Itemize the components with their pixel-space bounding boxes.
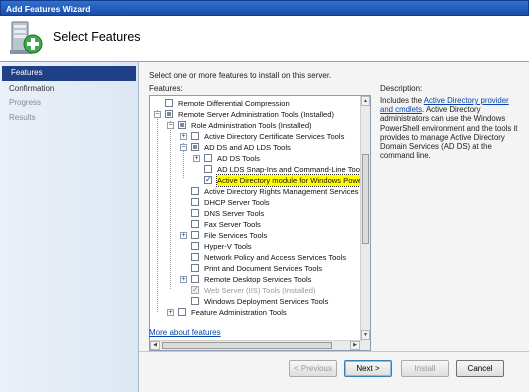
tree-item-label: AD DS and AD LDS Tools xyxy=(204,143,291,152)
tree-item-label: Fax Server Tools xyxy=(204,220,261,229)
collapse-icon[interactable]: − xyxy=(180,144,187,151)
tree-item-label: Hyper-V Tools xyxy=(204,242,252,251)
checkbox[interactable] xyxy=(191,143,199,151)
checkbox-checked-disabled xyxy=(191,284,199,295)
scroll-down-icon[interactable]: ▼ xyxy=(361,330,370,340)
cancel-button[interactable]: Cancel xyxy=(456,360,504,377)
tree-item-label: File Services Tools xyxy=(204,231,268,240)
checkbox[interactable] xyxy=(191,209,199,217)
features-label: Features: xyxy=(149,84,183,93)
collapse-icon[interactable]: − xyxy=(154,111,161,118)
vertical-scrollbar[interactable]: ▲ ▼ xyxy=(360,96,370,350)
checkbox[interactable] xyxy=(191,198,199,206)
footer-divider xyxy=(139,351,529,352)
main-panel: Select one or more features to install o… xyxy=(139,62,529,392)
horizontal-scrollbar[interactable]: ◀ ▶ xyxy=(150,340,362,350)
tree-guide-line xyxy=(170,121,171,289)
features-tree[interactable]: Remote Differential Compression − Remote… xyxy=(149,95,371,351)
tree-item-label: AD LDS Snap-Ins and Command-Line Tools xyxy=(217,165,366,174)
checkbox[interactable] xyxy=(191,187,199,195)
wizard-header: Select Features xyxy=(0,16,529,62)
window-title: Add Features Wizard xyxy=(6,4,91,14)
expand-icon[interactable]: + xyxy=(180,276,187,283)
checkbox[interactable] xyxy=(191,132,199,140)
nav-item-confirmation[interactable]: Confirmation xyxy=(0,82,138,97)
description-label: Description: xyxy=(380,84,423,93)
checkbox[interactable] xyxy=(191,253,199,261)
window-titlebar: Add Features Wizard xyxy=(0,0,529,16)
install-button[interactable]: Install xyxy=(401,360,449,377)
tree-item-label: Active Directory module for Windows Powe… xyxy=(216,174,370,187)
tree-item-label: DHCP Server Tools xyxy=(204,198,270,207)
expand-icon[interactable]: + xyxy=(193,155,200,162)
tree-item-label: Active Directory Rights Management Servi… xyxy=(204,187,371,196)
checkbox[interactable] xyxy=(191,264,199,272)
tree-guide-line xyxy=(157,110,158,312)
scroll-thumb[interactable] xyxy=(362,154,369,244)
tree-item-label: Web Server (IIS) Tools (Installed) xyxy=(204,286,316,295)
instructions-text: Select one or more features to install o… xyxy=(149,71,332,80)
tree-item-label: DNS Server Tools xyxy=(204,209,265,218)
checkbox[interactable] xyxy=(204,165,212,173)
server-features-icon xyxy=(10,21,43,54)
checkbox[interactable] xyxy=(191,275,199,283)
tree-item-label: AD DS Tools xyxy=(217,154,260,163)
scroll-thumb[interactable] xyxy=(162,342,332,349)
checkbox[interactable] xyxy=(191,220,199,228)
checkbox[interactable] xyxy=(165,110,173,118)
tree-item-label: Network Policy and Access Services Tools xyxy=(204,253,347,262)
collapse-icon[interactable]: − xyxy=(167,122,174,129)
tree-item-label: Role Administration Tools (Installed) xyxy=(191,121,312,130)
page-title: Select Features xyxy=(53,30,141,44)
checkbox[interactable] xyxy=(191,242,199,250)
expand-icon[interactable]: + xyxy=(180,232,187,239)
nav-item-features[interactable]: Features xyxy=(2,66,136,81)
description-prefix: Includes the xyxy=(380,96,424,105)
expand-icon[interactable]: + xyxy=(167,309,174,316)
checkbox[interactable] xyxy=(165,99,173,107)
checkbox[interactable] xyxy=(178,121,186,129)
previous-button[interactable]: < Previous xyxy=(289,360,337,377)
expand-icon[interactable]: + xyxy=(180,133,187,140)
tree-item-label: Active Directory Certificate Services To… xyxy=(204,132,345,141)
checkbox[interactable] xyxy=(204,154,212,162)
nav-item-progress: Progress xyxy=(9,98,42,107)
wizard-nav: Features Confirmation Progress Results xyxy=(0,62,139,392)
checkbox[interactable] xyxy=(191,231,199,239)
tree-item-label: Remote Desktop Services Tools xyxy=(204,275,312,284)
tree-item-label: Print and Document Services Tools xyxy=(204,264,323,273)
scroll-up-icon[interactable]: ▲ xyxy=(361,96,370,106)
tree-item-label: Remote Server Administration Tools (Inst… xyxy=(178,110,335,119)
next-button[interactable]: Next > xyxy=(344,360,392,377)
tree-item-label: Remote Differential Compression xyxy=(178,99,290,108)
more-about-features-link[interactable]: More about features xyxy=(149,328,221,337)
tree-item-label: Windows Deployment Services Tools xyxy=(204,297,329,306)
description-suffix: . Active Directory administrators can us… xyxy=(380,105,518,161)
checkbox[interactable] xyxy=(178,308,186,316)
checkbox-checked[interactable] xyxy=(204,174,212,185)
description-text: Includes the Active Directory provider a… xyxy=(380,96,520,160)
nav-item-results: Results xyxy=(9,112,36,122)
scroll-right-icon[interactable]: ▶ xyxy=(350,341,360,350)
checkbox[interactable] xyxy=(191,297,199,305)
tree-item-label: Feature Administration Tools xyxy=(191,308,287,317)
scroll-left-icon[interactable]: ◀ xyxy=(150,341,160,350)
